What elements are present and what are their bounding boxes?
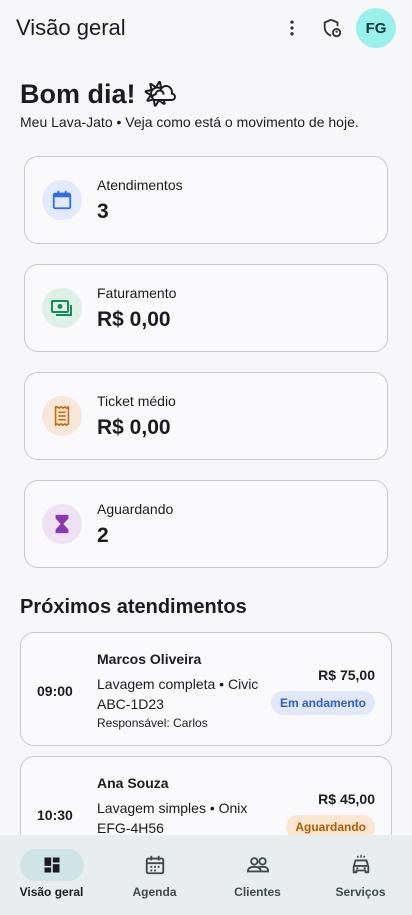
greeting-subtitle: Meu Lava-Jato • Veja como está o movimen… [20, 114, 359, 130]
appointment-client: Ana Souza [97, 775, 169, 791]
stat-label: Ticket médio [97, 393, 176, 409]
stat-value: 3 [97, 200, 109, 223]
calendar-icon [42, 180, 82, 220]
admin-button[interactable] [312, 8, 352, 48]
stat-value: 2 [97, 524, 109, 547]
calendar-icon [123, 849, 187, 881]
admin-shield-icon [323, 18, 342, 38]
car-icon [329, 849, 393, 881]
hourglass-icon [42, 504, 82, 544]
stat-value: R$ 0,00 [97, 308, 171, 331]
people-icon [226, 849, 290, 881]
receipt-icon [42, 396, 82, 436]
nav-item-agenda[interactable]: Agenda [103, 835, 206, 915]
stat-card-atendimentos[interactable]: Atendimentos 3 [24, 156, 388, 244]
nav-label: Agenda [132, 885, 177, 899]
nav-label: Clientes [234, 885, 281, 899]
status-badge: Aguardando [286, 815, 375, 835]
appointment-responsible: Responsável: Carlos [97, 716, 208, 730]
stat-label: Atendimentos [97, 177, 183, 193]
nav-label: Serviços [335, 885, 386, 899]
bottom-navigation: Visão geral Agenda Clientes Serviços [0, 835, 412, 915]
section-title-proximos: Próximos atendimentos [20, 596, 247, 618]
appointment-service: Lavagem completa • Civic ABC-1D23 [97, 676, 259, 712]
appointment-price: R$ 45,00 [318, 791, 375, 807]
more-options-button[interactable] [272, 8, 312, 48]
appointment-time: 10:30 [37, 807, 73, 823]
greeting-heading: Bom dia! 🌤 [20, 79, 178, 109]
stat-card-faturamento[interactable]: Faturamento R$ 0,00 [24, 264, 388, 352]
stat-label: Aguardando [97, 501, 174, 517]
user-avatar[interactable]: FG [356, 8, 396, 48]
page-title: Visão geral [16, 15, 126, 40]
appointment-time: 09:00 [37, 683, 73, 699]
more-vert-icon [290, 20, 294, 36]
stat-card-ticket-medio[interactable]: Ticket médio R$ 0,00 [24, 372, 388, 460]
nav-item-servicos[interactable]: Serviços [309, 835, 412, 915]
appointment-service: Lavagem simples • Onix EFG-4H56 [97, 800, 248, 835]
nav-item-visao-geral[interactable]: Visão geral [0, 835, 103, 915]
appointment-card[interactable]: 09:00 Marcos Oliveira Lavagem completa •… [20, 632, 392, 746]
main-content: Bom dia! 🌤 Meu Lava-Jato • Veja como est… [0, 56, 412, 835]
nav-label: Visão geral [19, 885, 84, 899]
stat-value: R$ 0,00 [97, 416, 171, 439]
appointment-card[interactable]: 10:30 Ana Souza Lavagem simples • Onix E… [20, 756, 392, 835]
stat-label: Faturamento [97, 285, 177, 301]
dashboard-icon [19, 849, 84, 881]
cash-icon [42, 288, 82, 328]
status-badge: Em andamento [270, 691, 375, 715]
appointment-price: R$ 75,00 [318, 667, 375, 683]
nav-item-clientes[interactable]: Clientes [206, 835, 309, 915]
stat-card-aguardando[interactable]: Aguardando 2 [24, 480, 388, 568]
appointment-client: Marcos Oliveira [97, 651, 202, 667]
top-app-bar: Visão geral FG [0, 0, 412, 56]
